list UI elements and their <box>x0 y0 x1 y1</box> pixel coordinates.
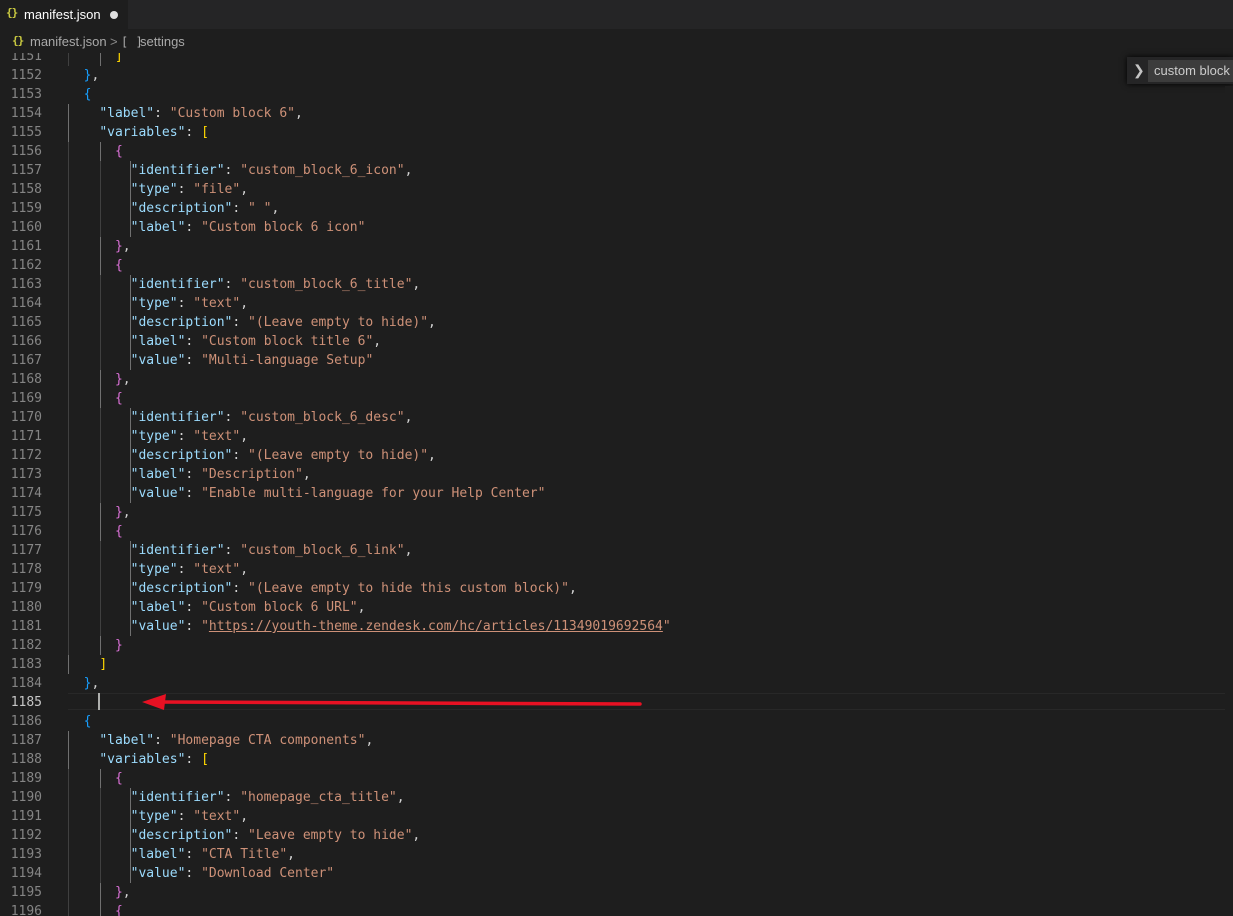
find-widget: ❯ custom block <box>1127 57 1233 84</box>
annotation-arrow-head <box>142 694 166 710</box>
chevron-right-icon[interactable]: ❯ <box>1133 62 1145 79</box>
vertical-scrollbar[interactable] <box>1225 86 1233 916</box>
annotation-arrow <box>142 694 642 710</box>
find-input[interactable]: custom block <box>1148 60 1233 82</box>
annotation-arrow-shaft <box>158 700 642 706</box>
